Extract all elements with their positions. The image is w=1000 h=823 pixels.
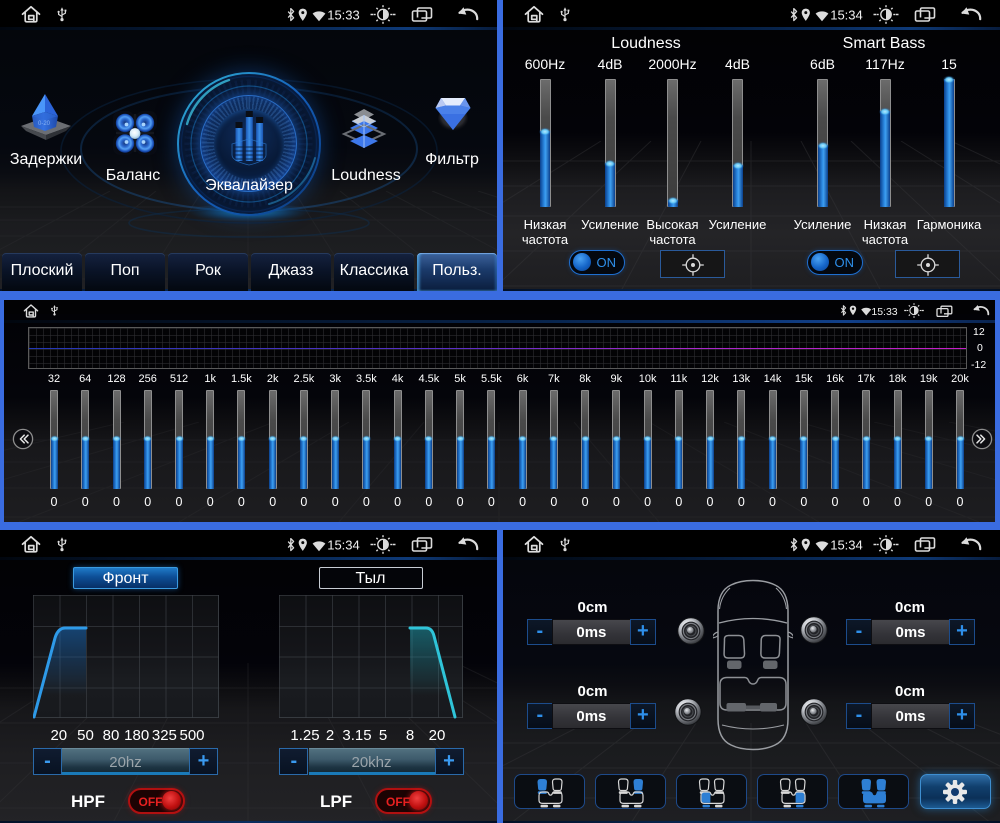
svg-text:15:34: 15:34: [327, 537, 360, 552]
svg-text:15:34: 15:34: [830, 7, 863, 22]
svg-text:15:33: 15:33: [871, 306, 897, 318]
svg-text:0-20: 0-20: [38, 121, 51, 127]
svg-text:15:33: 15:33: [327, 7, 360, 22]
svg-text:15:34: 15:34: [830, 537, 863, 552]
